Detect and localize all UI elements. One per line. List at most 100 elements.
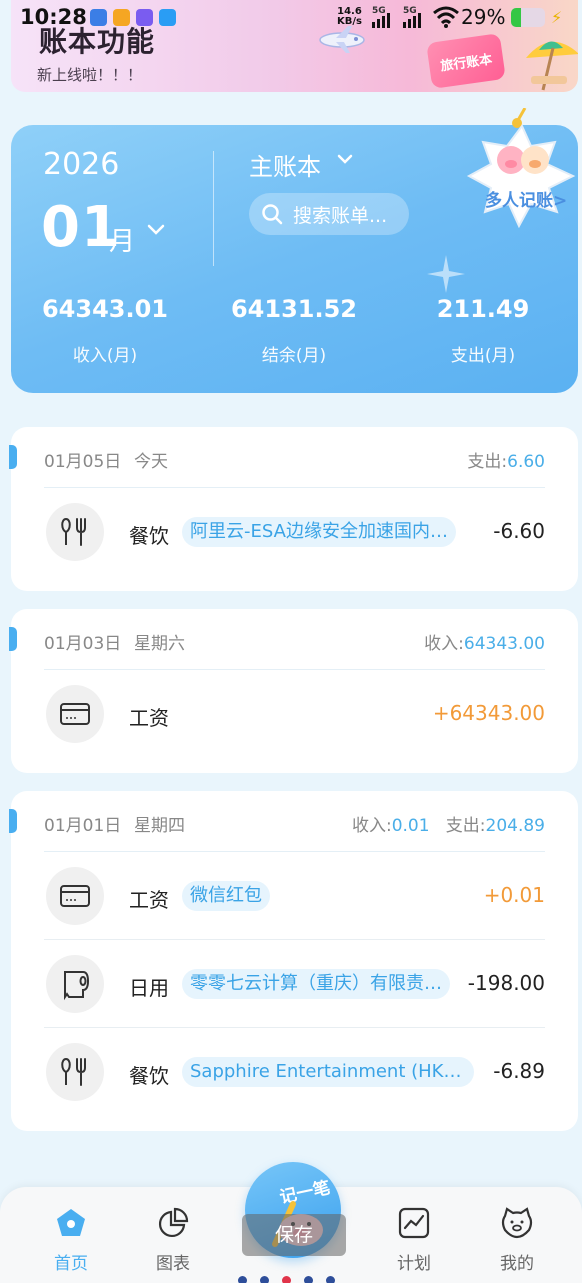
total-label: 收入: — [351, 816, 392, 836]
balance-value: 64131.52 — [230, 295, 357, 323]
day-weekday: 星期六 — [134, 634, 185, 654]
day-group: 01月01日 星期四 收入:0.01 支出:204.89 工资 微信红包 +0.… — [9, 791, 578, 1131]
home-icon — [57, 1209, 85, 1236]
transaction-amount: +0.01 — [483, 883, 545, 907]
income-label: 收入(月) — [72, 346, 138, 366]
total-label: 收入: — [424, 634, 464, 654]
beach-umbrella-icon — [526, 41, 578, 91]
utensils-icon — [46, 503, 104, 561]
page-indicator — [238, 1276, 335, 1283]
account-book-selector[interactable]: 主账本 — [249, 147, 321, 182]
balance-stat[interactable]: 64131.52 结余(月) — [204, 295, 384, 366]
total-value: 0.01 — [391, 816, 430, 836]
indicator-dot — [282, 1276, 291, 1283]
total-label: 支出: — [467, 452, 508, 472]
income-value: 64343.01 — [41, 295, 168, 323]
transaction-category: 工资 — [129, 888, 169, 912]
nav-label: 图表 — [156, 1254, 190, 1274]
transaction-category: 日用 — [129, 976, 169, 1000]
year-label: 2026 — [43, 147, 120, 182]
day-header: 01月01日 星期四 收入:0.01 支出:204.89 — [44, 811, 545, 836]
tissue-roll-icon — [46, 955, 104, 1013]
signal-icon-sim2: 5G — [403, 6, 421, 28]
expense-value: 211.49 — [436, 295, 530, 323]
link-app-icon — [136, 9, 153, 26]
network-speed: 14.6 KB/s — [337, 7, 362, 27]
balance-label: 结余(月) — [261, 346, 327, 366]
battery-icon — [511, 8, 545, 27]
play-app-icon — [159, 9, 176, 26]
save-tooltip: 保存 — [242, 1214, 346, 1256]
search-icon — [262, 204, 283, 225]
multi-user-bookkeeping-badge[interactable]: 多人记账> — [465, 107, 580, 229]
day-totals: 收入:64343.00 — [424, 629, 545, 654]
network-speed-unit: KB/s — [337, 16, 362, 27]
day-date: 01月03日 — [44, 634, 122, 654]
day-group: 01月03日 星期六 收入:64343.00 工资 +64343.00 — [9, 609, 578, 773]
indicator-dot — [238, 1276, 247, 1283]
nav-label: 我的 — [500, 1254, 534, 1274]
day-marker — [9, 445, 17, 469]
transaction-row[interactable]: 餐饮 阿里云-ESA边缘安全加速国内… -6.60 — [44, 488, 545, 576]
banner-subtitle: 新上线啦！！！ — [37, 66, 143, 84]
utensils-icon — [46, 1043, 104, 1101]
nav-label: 计划 — [397, 1254, 431, 1274]
indicator-dot — [326, 1276, 335, 1283]
indicator-dot — [260, 1276, 269, 1283]
day-marker — [9, 627, 17, 651]
transaction-memo: Sapphire Entertainment (HK) … — [182, 1057, 474, 1087]
transaction-memo: 阿里云-ESA边缘安全加速国内… — [182, 517, 456, 547]
nav-label: 首页 — [54, 1254, 88, 1274]
total-value: 204.89 — [485, 816, 545, 836]
search-bills-input[interactable]: 搜索账单... — [249, 193, 409, 235]
transaction-amount: -198.00 — [467, 971, 545, 995]
month-unit: 月 — [109, 227, 136, 257]
transaction-row[interactable]: 餐饮 Sapphire Entertainment (HK) … -6.89 — [44, 1028, 545, 1116]
weibo-app-icon — [113, 9, 130, 26]
travel-book-tag: 旅行账本 — [426, 33, 506, 89]
nav-me[interactable]: 我的 — [477, 1205, 557, 1274]
nav-chart[interactable]: 图表 — [133, 1205, 213, 1274]
transaction-category: 餐饮 — [129, 524, 169, 548]
day-weekday: 星期四 — [134, 816, 185, 836]
card-icon — [46, 867, 104, 925]
summary-divider — [213, 151, 214, 266]
multi-user-label: 多人记账> — [485, 191, 568, 211]
transaction-category: 工资 — [129, 706, 169, 730]
expense-stat[interactable]: 211.49 支出(月) — [393, 295, 573, 366]
total-label: 支出: — [445, 816, 486, 836]
signal-icon-sim1: 5G — [372, 6, 390, 28]
chevron-down-icon[interactable] — [146, 223, 166, 237]
income-stat[interactable]: 64343.01 收入(月) — [15, 295, 195, 366]
charging-icon: ⚡ — [551, 8, 563, 27]
transaction-row[interactable]: 工资 微信红包 +0.01 — [44, 852, 545, 940]
day-date: 01月01日 — [44, 816, 122, 836]
nav-plan[interactable]: 计划 — [374, 1205, 454, 1274]
indicator-dot — [304, 1276, 313, 1283]
day-date: 01月05日 — [44, 452, 122, 472]
wifi-icon — [433, 6, 459, 28]
sim1-label: 5G — [372, 6, 386, 16]
day-totals: 支出:6.60 — [467, 447, 545, 472]
transaction-memo: 微信红包 — [182, 881, 270, 911]
transaction-amount: -6.89 — [493, 1059, 545, 1083]
day-marker — [9, 809, 17, 833]
battery-percent: 29% — [461, 5, 506, 29]
status-bar: 10:28 14.6 KB/s 5G 5G 29% ⚡ — [0, 0, 582, 36]
transaction-row[interactable]: 工资 +64343.00 — [44, 670, 545, 758]
day-header: 01月03日 星期六 收入:64343.00 — [44, 629, 545, 654]
nav-home[interactable]: 首页 — [31, 1205, 111, 1274]
notification-icons — [90, 9, 176, 26]
trend-chart-icon — [398, 1207, 430, 1239]
search-placeholder: 搜索账单... — [293, 204, 388, 227]
pig-face-icon — [501, 1207, 533, 1239]
transaction-memo: 零零七云计算（重庆）有限责… — [182, 969, 450, 999]
total-value: 6.60 — [507, 452, 545, 472]
card-icon — [46, 685, 104, 743]
transaction-row[interactable]: 日用 零零七云计算（重庆）有限责… -198.00 — [44, 940, 545, 1028]
cloud-app-icon — [90, 9, 107, 26]
day-group: 01月05日 今天 支出:6.60 餐饮 阿里云-ESA边缘安全加速国内… -6… — [9, 427, 578, 591]
chevron-down-icon[interactable] — [336, 153, 354, 165]
total-value: 64343.00 — [463, 634, 545, 654]
transaction-amount: -6.60 — [493, 519, 545, 543]
